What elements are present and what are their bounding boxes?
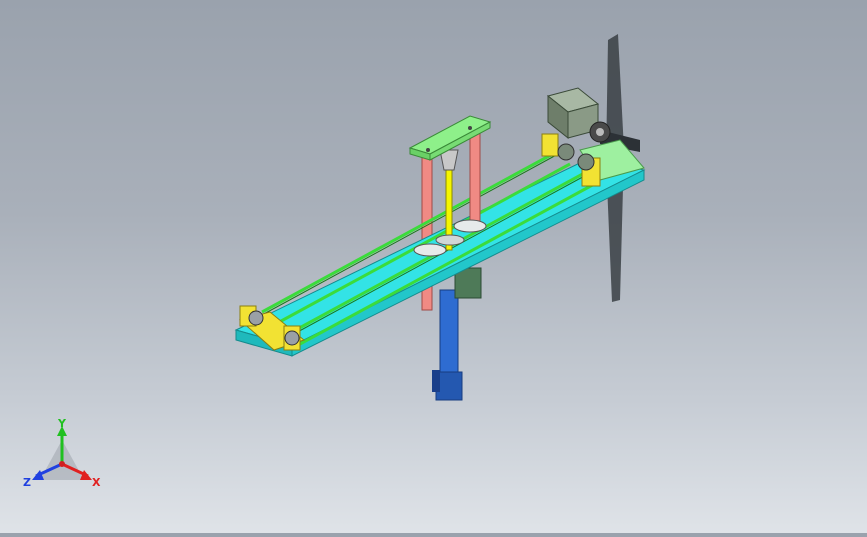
lift-cylinder[interactable] bbox=[432, 267, 482, 401]
guide-rod-right[interactable] bbox=[469, 129, 481, 231]
cad-viewport[interactable]: Y X Z bbox=[0, 0, 867, 533]
x-axis-label: X bbox=[92, 476, 101, 489]
coordinate-triad: Y X Z bbox=[22, 417, 112, 498]
z-axis-label: Z bbox=[23, 476, 31, 489]
coordinate-triad-icon: Y X Z bbox=[23, 417, 101, 489]
model-canvas[interactable] bbox=[0, 0, 867, 533]
y-axis-label: Y bbox=[57, 418, 67, 430]
